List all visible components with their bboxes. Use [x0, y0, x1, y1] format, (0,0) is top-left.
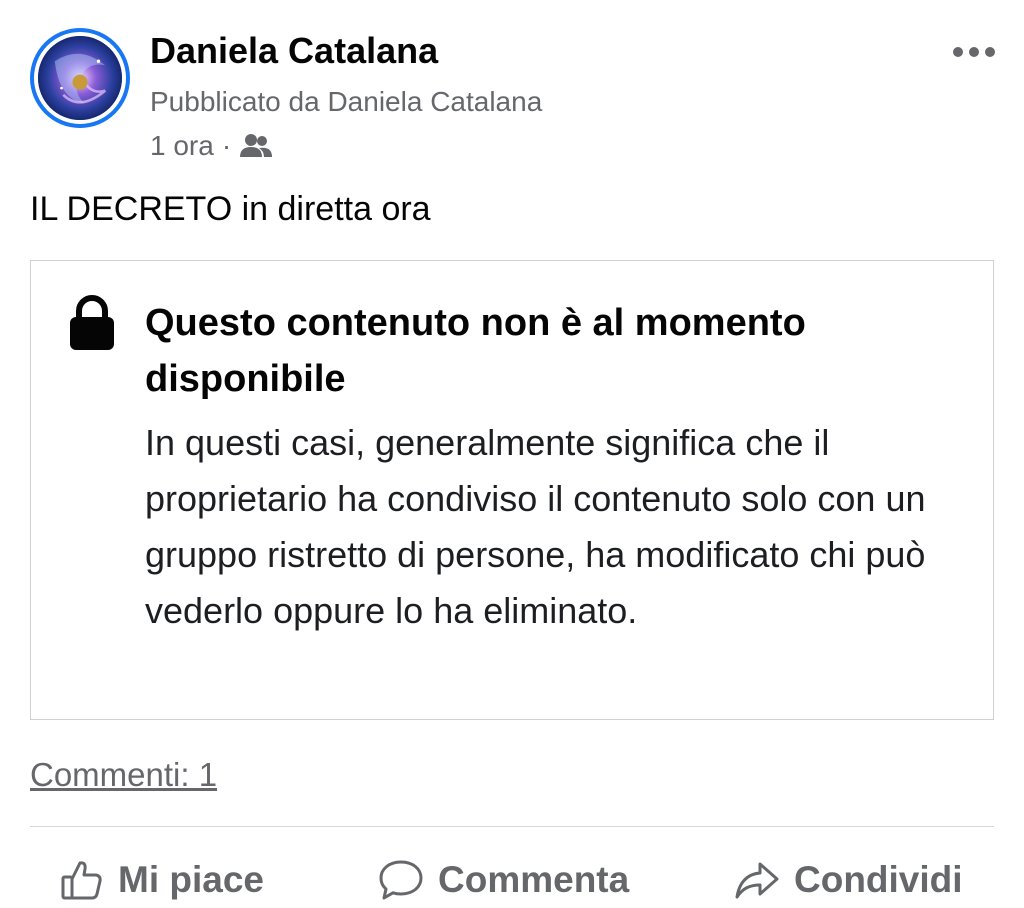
author-name[interactable]: Daniela Catalana — [150, 30, 438, 72]
divider — [30, 826, 994, 827]
unavailable-content-box: Questo contenuto non è al momento dispon… — [30, 260, 994, 720]
comment-bubble-icon — [379, 860, 423, 900]
more-options-button[interactable] — [950, 36, 998, 68]
comment-label: Commenta — [438, 859, 630, 900]
post-meta: 1 ora · — [150, 130, 273, 162]
comments-count-link[interactable]: Commenti: 1 — [30, 756, 217, 794]
like-button[interactable]: Mi piace — [60, 852, 264, 908]
lock-icon — [70, 295, 114, 350]
like-label: Mi piace — [118, 859, 264, 900]
avatar-image — [38, 36, 122, 120]
share-label: Condividi — [794, 859, 963, 900]
avatar[interactable] — [30, 28, 130, 128]
post-time[interactable]: 1 ora — [150, 130, 214, 162]
posted-by-label: Pubblicato da Daniela Catalana — [150, 86, 543, 117]
more-options-icon — [953, 47, 995, 57]
unavailable-description: In questi casi, generalmente significa c… — [145, 422, 926, 631]
unavailable-title: Questo contenuto non è al momento dispon… — [145, 302, 806, 400]
thumbs-up-icon — [61, 861, 102, 900]
post-text: IL DECRETO in diretta ora — [30, 190, 431, 228]
meta-separator: · — [221, 130, 232, 161]
share-button[interactable]: Condividi — [734, 852, 963, 908]
comment-button[interactable]: Commenta — [378, 852, 629, 908]
share-arrow-icon — [735, 862, 779, 899]
friends-icon — [240, 134, 273, 157]
